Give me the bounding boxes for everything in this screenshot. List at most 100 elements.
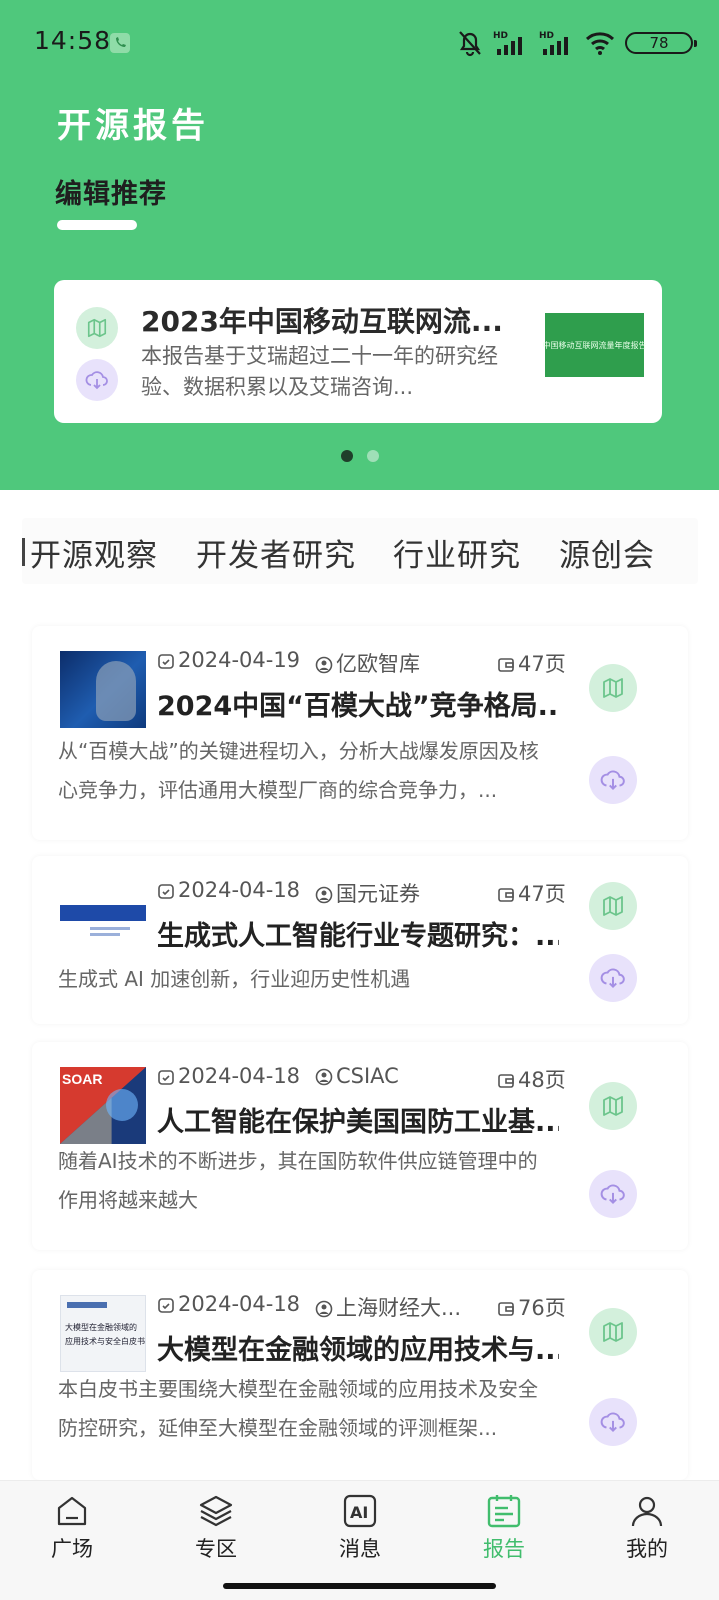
phone-icon [110,33,130,53]
calendar-icon [158,1070,174,1085]
download-button[interactable] [589,1170,637,1218]
report-icon [487,1495,521,1528]
report-source-text: CSIAC [336,1064,399,1088]
report-description: 随着AI技术的不断进步，其在国防软件供应链管理中的作用将越来越大 [58,1149,538,1212]
battery-icon: 78 [625,32,697,54]
report-date-text: 2024-04-18 [178,1292,301,1316]
map-button[interactable] [76,307,118,349]
map-icon [603,1322,623,1342]
wifi-icon [585,32,615,55]
thumbnail-header [67,1302,107,1308]
thumbnail-line [90,927,130,930]
report-pages-text: 47页 [518,882,566,906]
featured-report-card[interactable]: 2023年中国移动互联网流... 本报告基于艾瑞超过二十一年的研究经验、数据积累… [54,280,662,423]
thumbnail-label: SOAR [62,1071,103,1087]
thumbnail-figure [96,661,136,721]
carousel-dot-active[interactable] [340,450,353,462]
status-bar: 14:58 HD HD 78 [0,0,719,86]
featured-title: 2023年中国移动互联网流... [141,305,503,338]
category-tabs: 开源观察 开发者研究 行业研究 源创会 [22,518,698,584]
download-button[interactable] [589,954,637,1002]
report-source-text: 国元证券 [336,882,420,906]
report-source: CSIAC [315,1064,399,1088]
report-date: 2024-04-18 [157,1064,300,1088]
cloud-download-icon [85,371,108,390]
pages-icon [498,1302,514,1316]
category-tab-industry-research[interactable]: 行业研究 [393,530,521,575]
nav-label: 广场 [51,1537,93,1561]
featured-thumbnail: 中国移动互联网流量年度报告 [542,313,647,377]
map-button[interactable] [589,664,637,712]
cloud-download-icon [600,770,625,791]
cloud-download-icon [600,1412,625,1433]
thumbnail-title-line: 大模型在金融领域的 [65,1323,137,1332]
calendar-icon [158,1298,174,1313]
report-pages-text: 48页 [518,1068,566,1092]
category-tab-open-source-observation[interactable]: 开源观察 [30,530,158,575]
hd-signal-icon: HD [493,31,522,55]
report-thumbnail [60,881,146,958]
report-description: 本白皮书主要围绕大模型在金融领域的应用技术及安全防控研究，延伸至大模型在金融领域… [58,1377,538,1440]
home-icon [57,1496,87,1526]
report-date-text: 2024-04-19 [178,648,301,672]
report-card[interactable]: 2024-04-18 国元证券 47页 生成式人工智能行业专题研究：... 生成… [32,856,688,1024]
report-source: 亿欧智库 [315,648,420,678]
report-description: 生成式 AI 加速创新，行业迎历史性机遇 [58,967,411,991]
report-date-text: 2024-04-18 [178,1064,301,1088]
nav-item-me[interactable]: 我的 [597,1493,697,1563]
svg-text:AI: AI [350,1503,368,1522]
map-button[interactable] [589,1082,637,1130]
category-tab-developer-research[interactable]: 开发者研究 [196,530,356,575]
category-scroll-edge [22,538,25,566]
thumbnail-banner [60,905,146,921]
report-pages: 47页 [497,878,566,908]
download-button[interactable] [589,756,637,804]
report-pages: 48页 [497,1064,566,1094]
status-time: 14:58 [34,26,112,55]
category-tab-yuanchuanghui[interactable]: 源创会 [559,530,655,575]
featured-description: 本报告基于艾瑞超过二十一年的研究经验、数据积累以及艾瑞咨询... [141,344,498,399]
nav-label: 消息 [339,1537,381,1561]
nav-item-zone[interactable]: 专区 [166,1493,266,1563]
bottom-nav: 广场 专区 AI 消息 报告 我的 [0,1480,719,1600]
page-title: 开源报告 [57,106,209,146]
report-card[interactable]: 大模型在金融领域的 应用技术与安全白皮书 2024-04-18 上海财经大...… [32,1270,688,1480]
nav-item-plaza[interactable]: 广场 [22,1493,122,1563]
nav-item-reports[interactable]: 报告 [454,1493,554,1563]
home-indicator[interactable] [223,1583,496,1589]
hd-signal-icon: HD [539,31,568,55]
report-source: 上海财经大... [315,1292,461,1322]
report-card[interactable]: SOAR 2024-04-18 CSIAC 48页 人工智能在保护美国国防工业基… [32,1042,688,1250]
tab-active-indicator [57,220,137,230]
report-description: 从“百模大战”的关键进程切入，分析大战爆发原因及核心竞争力，评估通用大模型厂商的… [58,739,539,802]
svg-text:HD: HD [493,31,508,41]
thumbnail-line [90,933,120,936]
report-title: 大模型在金融领域的应用技术与... [157,1335,559,1366]
user-icon [631,1496,663,1527]
report-thumbnail: 大模型在金融领域的 应用技术与安全白皮书 [60,1295,146,1372]
map-button[interactable] [589,882,637,930]
report-date: 2024-04-18 [157,1292,300,1316]
report-title: 2024中国“百模大战”竞争格局... [157,691,559,722]
download-button[interactable] [76,359,118,401]
nav-label: 报告 [483,1537,525,1561]
report-source-text: 亿欧智库 [336,652,420,676]
map-button[interactable] [589,1308,637,1356]
report-thumbnail: SOAR [60,1067,146,1144]
thumbnail-glow [106,1089,138,1121]
thumbnail-title-line: 应用技术与安全白皮书 [65,1337,145,1346]
pages-icon [498,658,514,672]
carousel-dot[interactable] [366,450,379,462]
status-icons: HD HD 78 [457,26,697,60]
report-source: 国元证券 [315,878,420,908]
report-card[interactable]: 2024-04-19 亿欧智库 47页 2024中国“百模大战”竞争格局... … [32,626,688,840]
download-button[interactable] [589,1398,637,1446]
svg-text:HD: HD [539,31,554,41]
author-icon [315,656,333,674]
tab-editor-picks[interactable]: 编辑推荐 [55,172,167,211]
map-icon [87,318,107,338]
carousel-dots [0,450,719,462]
nav-item-messages[interactable]: AI 消息 [310,1493,410,1563]
header-banner: 14:58 HD HD 78 开源报告 编辑推荐 2023年中国移动互联网流..… [0,0,719,490]
featured-thumbnail-text: 中国移动互联网流量年度报告 [542,340,647,350]
